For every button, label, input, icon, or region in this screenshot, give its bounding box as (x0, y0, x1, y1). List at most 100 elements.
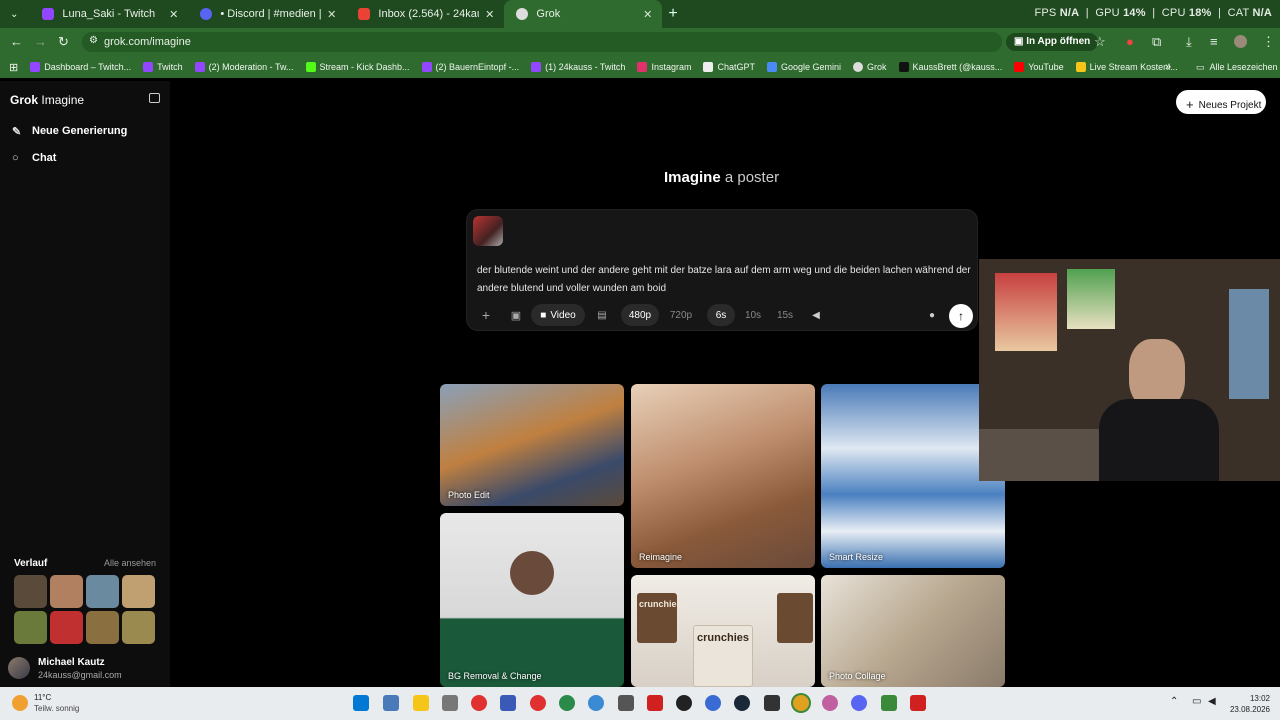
close-tab-icon[interactable]: ✕ (169, 8, 178, 21)
taskbar-app-icon[interactable] (881, 695, 897, 711)
back-icon[interactable]: ← (10, 34, 23, 49)
bookmark-label: ChatGPT (717, 62, 755, 72)
history-thumbnail[interactable] (50, 575, 83, 608)
sidebar-item-chat[interactable]: ○ Chat (12, 152, 56, 164)
tray-chevron-icon[interactable]: ⌃ (1170, 696, 1178, 707)
add-attachment-icon[interactable]: + (475, 304, 497, 326)
sidebar-item-new-generation[interactable]: ✎ Neue Generierung (12, 125, 127, 138)
bookmark-item[interactable]: Dashboard – Twitch... (30, 62, 131, 72)
resolution-480p-option[interactable]: 480p (621, 304, 659, 326)
start-menu-icon[interactable] (353, 695, 369, 711)
bookmark-star-icon[interactable]: ☆ (1094, 34, 1106, 50)
taskbar-app-icon[interactable] (530, 695, 546, 711)
taskbar-app-icon[interactable] (705, 695, 721, 711)
duration-15s-option[interactable]: 15s (771, 304, 799, 326)
taskbar-app-icon[interactable] (471, 695, 487, 711)
prompt-input[interactable]: der blutende weint und der andere geht m… (477, 262, 971, 298)
sound-toggle-icon[interactable]: ◀ (805, 304, 827, 326)
bookmark-item[interactable]: Grok (853, 62, 887, 72)
template-card-product[interactable]: crunchies crunchies (631, 575, 815, 687)
extension-icon[interactable]: ● (1126, 34, 1134, 49)
calculator-icon[interactable] (383, 695, 399, 711)
new-project-label: Neues Projekt (1198, 100, 1262, 111)
template-card-photo-collage[interactable]: Photo Collage (821, 575, 1005, 687)
all-bookmarks-button[interactable]: ▭ Alle Lesezeichen (1196, 62, 1278, 73)
history-thumbnail[interactable] (14, 611, 47, 644)
bookmark-item[interactable]: (1) 24kauss - Twitch (531, 62, 625, 72)
tab-discord[interactable]: • Discord | #medien | 24kauss ✕ (188, 0, 346, 28)
close-tab-icon[interactable]: ✕ (327, 8, 336, 21)
history-thumbnail[interactable] (122, 575, 155, 608)
profile-avatar-icon[interactable] (1234, 35, 1247, 48)
tab-grok[interactable]: Grok ✕ (504, 0, 663, 28)
bookmark-item[interactable]: Stream - Kick Dashb... (305, 62, 410, 72)
taskbar-app-icon[interactable] (442, 695, 458, 711)
close-tab-icon[interactable]: ✕ (485, 8, 494, 21)
taskbar-app-icon[interactable] (559, 695, 575, 711)
template-card-smart-resize[interactable]: Smart Resize (821, 384, 1005, 568)
taskbar-app-icon[interactable] (647, 695, 663, 711)
new-project-button[interactable]: + Neues Projekt (1176, 90, 1266, 114)
tab-gmail[interactable]: Inbox (2.564) - 24kauss@gmail ✕ (346, 0, 504, 28)
submit-arrow-icon[interactable]: ↑ (949, 304, 973, 328)
taskbar-app-icon[interactable] (822, 695, 838, 711)
history-thumbnail[interactable] (122, 611, 155, 644)
system-clock[interactable]: 13:02 23.08.2026 (1230, 693, 1270, 715)
download-icon[interactable]: ⤓ (1186, 34, 1192, 50)
volume-icon[interactable]: ◀ (1208, 696, 1216, 707)
brand-logo[interactable]: Grok Imagine (10, 93, 84, 107)
bookmark-item[interactable]: (2) BauernEintopf -... (421, 62, 519, 72)
bookmark-item[interactable]: (2) Moderation - Tw... (194, 62, 294, 72)
taskbar-app-icon[interactable] (588, 695, 604, 711)
history-thumbnail[interactable] (14, 575, 47, 608)
bookmarks-overflow-icon[interactable]: » (1165, 61, 1171, 73)
bookmark-item[interactable]: KaussBrett (@kauss... (898, 62, 1002, 72)
tab-list-dropdown-icon[interactable]: ⌄ (10, 9, 18, 20)
forward-icon[interactable]: → (34, 34, 47, 49)
media-control-icon[interactable]: ≡ (1210, 34, 1218, 49)
taskbar-app-icon[interactable] (910, 695, 926, 711)
taskbar-app-icon[interactable] (764, 695, 780, 711)
bookmark-item[interactable]: ChatGPT (703, 62, 755, 72)
template-card-photo-edit[interactable]: Photo Edit (440, 384, 624, 506)
visual-studio-icon[interactable] (500, 695, 516, 711)
image-mode-icon[interactable]: ▣ (505, 304, 527, 326)
template-card-reimagine[interactable]: Reimagine (631, 384, 815, 568)
sidebar-collapse-icon[interactable] (149, 93, 160, 103)
url-bar[interactable]: ⚙ grok.com/imagine (82, 32, 1002, 52)
history-thumbnail[interactable] (50, 611, 83, 644)
menu-kebab-icon[interactable]: ⋮ (1262, 34, 1275, 50)
template-card-bg-removal[interactable]: BG Removal & Change (440, 513, 624, 687)
chrome-icon[interactable] (793, 695, 809, 711)
history-thumbnail[interactable] (86, 611, 119, 644)
video-mode-button[interactable]: ■ Video (531, 304, 585, 326)
duration-10s-option[interactable]: 10s (739, 304, 767, 326)
taskbar-app-icon[interactable] (618, 695, 634, 711)
network-icon[interactable]: ▭ (1192, 696, 1201, 707)
close-tab-icon[interactable]: ✕ (643, 8, 652, 21)
storyboard-icon[interactable]: ▤ (591, 304, 613, 326)
file-explorer-icon[interactable] (413, 695, 429, 711)
microphone-icon[interactable]: ● (921, 304, 943, 326)
discord-icon[interactable] (851, 695, 867, 711)
history-thumbnail[interactable] (86, 575, 119, 608)
tab-twitch[interactable]: Luna_Saki - Twitch ✕ (30, 0, 188, 28)
steam-icon[interactable] (734, 695, 750, 711)
obs-icon[interactable] (676, 695, 692, 711)
new-tab-icon[interactable]: + (668, 5, 677, 23)
site-info-icon[interactable]: ⚙ (89, 35, 98, 46)
reload-icon[interactable]: ↻ (58, 34, 69, 50)
weather-sun-icon[interactable] (12, 695, 28, 711)
bookmark-item[interactable]: Live Stream Kostenl... (1075, 62, 1178, 72)
bookmark-item[interactable]: Twitch (143, 62, 183, 72)
bookmark-item[interactable]: Google Gemini (767, 62, 841, 72)
apps-grid-icon[interactable]: ⊞ (9, 61, 18, 74)
extensions-puzzle-icon[interactable]: ⧉ (1152, 34, 1161, 50)
attached-image-thumbnail[interactable] (473, 216, 503, 246)
bookmark-item[interactable]: YouTube (1014, 62, 1064, 72)
bookmark-item[interactable]: Instagram (637, 62, 691, 72)
duration-6s-option[interactable]: 6s (707, 304, 735, 326)
history-see-all-link[interactable]: Alle ansehen (104, 558, 156, 568)
resolution-720p-option[interactable]: 720p (665, 304, 697, 326)
open-in-app-button[interactable]: ▣ In App öffnen (1006, 33, 1099, 51)
